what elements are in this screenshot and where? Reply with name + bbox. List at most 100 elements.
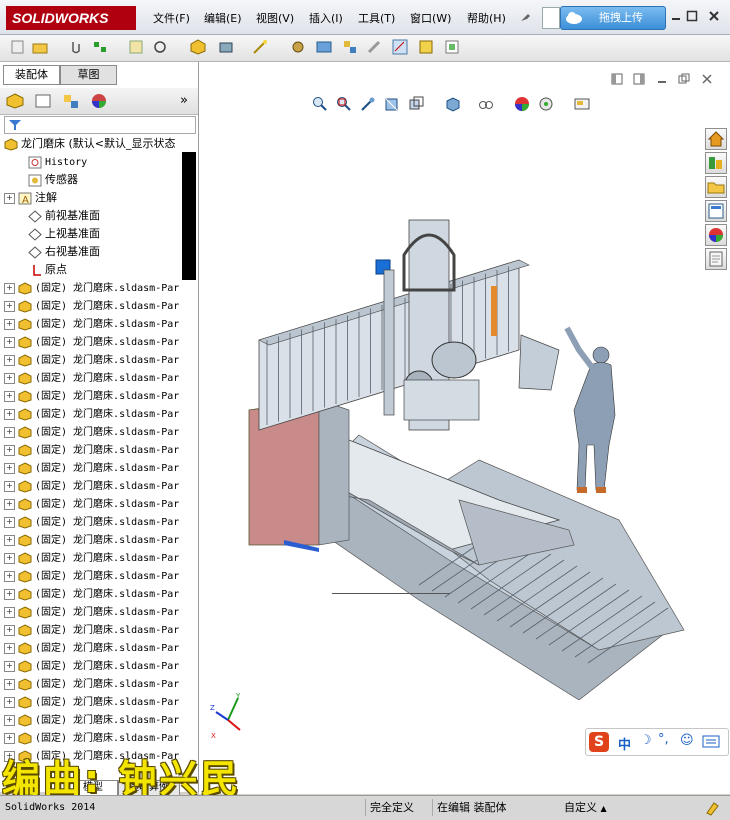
expand-icon[interactable]: + <box>4 606 15 618</box>
tree-part-row[interactable]: + (固定) 龙门磨床.sldasm-Par <box>4 621 196 639</box>
expand-icon[interactable]: + <box>4 660 15 672</box>
menu-insert[interactable]: 插入(I) <box>309 10 343 26</box>
tree-part-row[interactable]: + (固定) 龙门磨床.sldasm-Par <box>4 297 196 315</box>
minimize-icon[interactable] <box>670 10 682 22</box>
filter-box[interactable] <box>4 116 196 134</box>
options-icon[interactable] <box>444 39 460 55</box>
menu-view[interactable]: 视图(V) <box>256 10 294 26</box>
rebuild-icon[interactable] <box>704 800 720 816</box>
document-icon[interactable] <box>542 7 560 29</box>
expand-icon[interactable]: + <box>4 642 15 654</box>
tree-part-row[interactable]: + (固定) 龙门磨床.sldasm-Par <box>4 387 196 405</box>
tree-part-row[interactable]: + (固定) 龙门磨床.sldasm-Par <box>4 315 196 333</box>
tab-sketch[interactable]: 草图 <box>60 65 117 85</box>
screen-icon[interactable] <box>316 39 332 55</box>
ime-moon-icon[interactable]: ☽ <box>640 733 652 748</box>
tree-item-annotations[interactable]: + A 注解 <box>4 189 196 207</box>
tree-item-right-plane[interactable]: 右视基准面 <box>14 243 206 261</box>
expand-icon[interactable]: + <box>4 732 15 744</box>
tree-part-row[interactable]: + (固定) 龙门磨床.sldasm-Par <box>4 405 196 423</box>
tree-part-row[interactable]: + (固定) 龙门磨床.sldasm-Par <box>4 603 196 621</box>
tree-part-row[interactable]: + (固定) 龙门磨床.sldasm-Par <box>4 369 196 387</box>
expand-icon[interactable]: + <box>4 318 15 330</box>
expand-icon[interactable]: + <box>4 570 15 582</box>
tile-right-icon[interactable] <box>633 73 645 85</box>
task-pane-appearance[interactable] <box>705 224 727 246</box>
expand-icon[interactable]: + <box>4 462 15 474</box>
task-pane-properties[interactable] <box>705 248 727 270</box>
expand-panel-icon[interactable]: » <box>180 93 188 108</box>
expand-icon[interactable]: + <box>4 426 15 438</box>
expand-icon[interactable]: + <box>4 372 15 384</box>
assembly-icon[interactable] <box>218 39 234 55</box>
tree-part-row[interactable]: + (固定) 龙门磨床.sldasm-Par <box>4 549 196 567</box>
tree-part-row[interactable]: + (固定) 龙门磨床.sldasm-Par <box>4 477 196 495</box>
task-pane-resources[interactable] <box>705 152 727 174</box>
view-settings-icon[interactable] <box>574 96 590 112</box>
task-pane-library[interactable] <box>705 176 727 198</box>
tree-part-row[interactable]: + (固定) 龙门磨床.sldasm-Par <box>4 351 196 369</box>
gantry-grinder-model[interactable] <box>199 200 699 700</box>
doc-minimize-icon[interactable] <box>656 73 668 85</box>
gear-icon[interactable] <box>290 39 306 55</box>
expand-icon[interactable]: + <box>4 498 15 510</box>
expand-icon[interactable]: + <box>4 624 15 636</box>
tree-item-front-plane[interactable]: 前视基准面 <box>14 207 206 225</box>
display-style-icon[interactable] <box>444 96 460 112</box>
ime-chinese-mode-icon[interactable]: 中 <box>618 734 631 753</box>
tree-part-row[interactable]: + (固定) 龙门磨床.sldasm-Par <box>4 279 196 297</box>
appearance-manager-icon[interactable] <box>90 93 108 109</box>
expand-icon[interactable]: + <box>4 192 15 204</box>
expand-icon[interactable]: + <box>4 282 15 294</box>
tree-part-row[interactable]: + (固定) 龙门磨床.sldasm-Par <box>4 441 196 459</box>
tool-icon[interactable] <box>366 39 382 55</box>
expand-icon[interactable]: + <box>4 696 15 708</box>
component-icon[interactable] <box>92 39 108 55</box>
expand-icon[interactable]: + <box>4 516 15 528</box>
tree-item-top-plane[interactable]: 上视基准面 <box>14 225 206 243</box>
expand-icon[interactable]: + <box>4 444 15 456</box>
wand-icon[interactable] <box>252 39 268 55</box>
doc-restore-icon[interactable] <box>678 73 690 85</box>
status-units[interactable]: 自定义 ▲ <box>560 799 634 816</box>
menu-help[interactable]: 帮助(H) <box>467 10 506 26</box>
property-manager-icon[interactable] <box>34 93 52 109</box>
measure-icon[interactable] <box>392 39 408 55</box>
ime-emoji-icon[interactable]: ☺ <box>680 733 694 748</box>
tree-part-row[interactable]: + (固定) 龙门磨床.sldasm-Par <box>4 711 196 729</box>
tree-part-row[interactable]: + (固定) 龙门磨床.sldasm-Par <box>4 423 196 441</box>
solidworks-logo[interactable]: SOLIDWORKS <box>6 6 136 30</box>
expand-icon[interactable]: + <box>4 336 15 348</box>
mate-icon[interactable] <box>128 39 144 55</box>
tree-part-row[interactable]: + (固定) 龙门磨床.sldasm-Par <box>4 657 196 675</box>
doc-close-icon[interactable] <box>701 73 713 85</box>
menu-edit[interactable]: 编辑(E) <box>204 10 242 26</box>
expand-icon[interactable]: + <box>4 390 15 402</box>
tree-part-row[interactable]: + (固定) 龙门磨床.sldasm-Par <box>4 513 196 531</box>
zoom-area-icon[interactable] <box>336 96 352 112</box>
section-view-icon[interactable] <box>384 96 400 112</box>
expand-icon[interactable]: + <box>4 714 15 726</box>
expand-icon[interactable]: + <box>4 354 15 366</box>
expand-icon[interactable]: + <box>4 300 15 312</box>
expand-icon[interactable]: + <box>4 588 15 600</box>
task-pane-explorer[interactable] <box>705 200 727 222</box>
view-orientation-icon[interactable] <box>408 96 424 112</box>
pin-icon[interactable] <box>518 10 532 24</box>
task-pane-home[interactable] <box>705 128 727 150</box>
expand-icon[interactable]: + <box>4 678 15 690</box>
previous-view-icon[interactable] <box>360 96 376 112</box>
tree-part-row[interactable]: + (固定) 龙门磨床.sldasm-Par <box>4 495 196 513</box>
ime-keyboard-icon[interactable] <box>702 735 720 748</box>
paperclip-icon[interactable] <box>68 39 84 55</box>
menu-file[interactable]: 文件(F) <box>153 10 190 26</box>
expand-icon[interactable]: + <box>4 534 15 546</box>
tree-root[interactable]: 龙门磨床 (默认<默认_显示状态 <box>4 135 196 153</box>
tile-left-icon[interactable] <box>611 73 623 85</box>
tree-part-row[interactable]: + (固定) 龙门磨床.sldasm-Par <box>4 567 196 585</box>
cube-icon[interactable] <box>190 39 206 55</box>
zoom-to-fit-icon[interactable] <box>312 96 328 112</box>
tree-part-row[interactable]: + (固定) 龙门磨床.sldasm-Par <box>4 333 196 351</box>
tab-assembly[interactable]: 装配体 <box>3 65 60 85</box>
tree-part-row[interactable]: + (固定) 龙门磨床.sldasm-Par <box>4 675 196 693</box>
